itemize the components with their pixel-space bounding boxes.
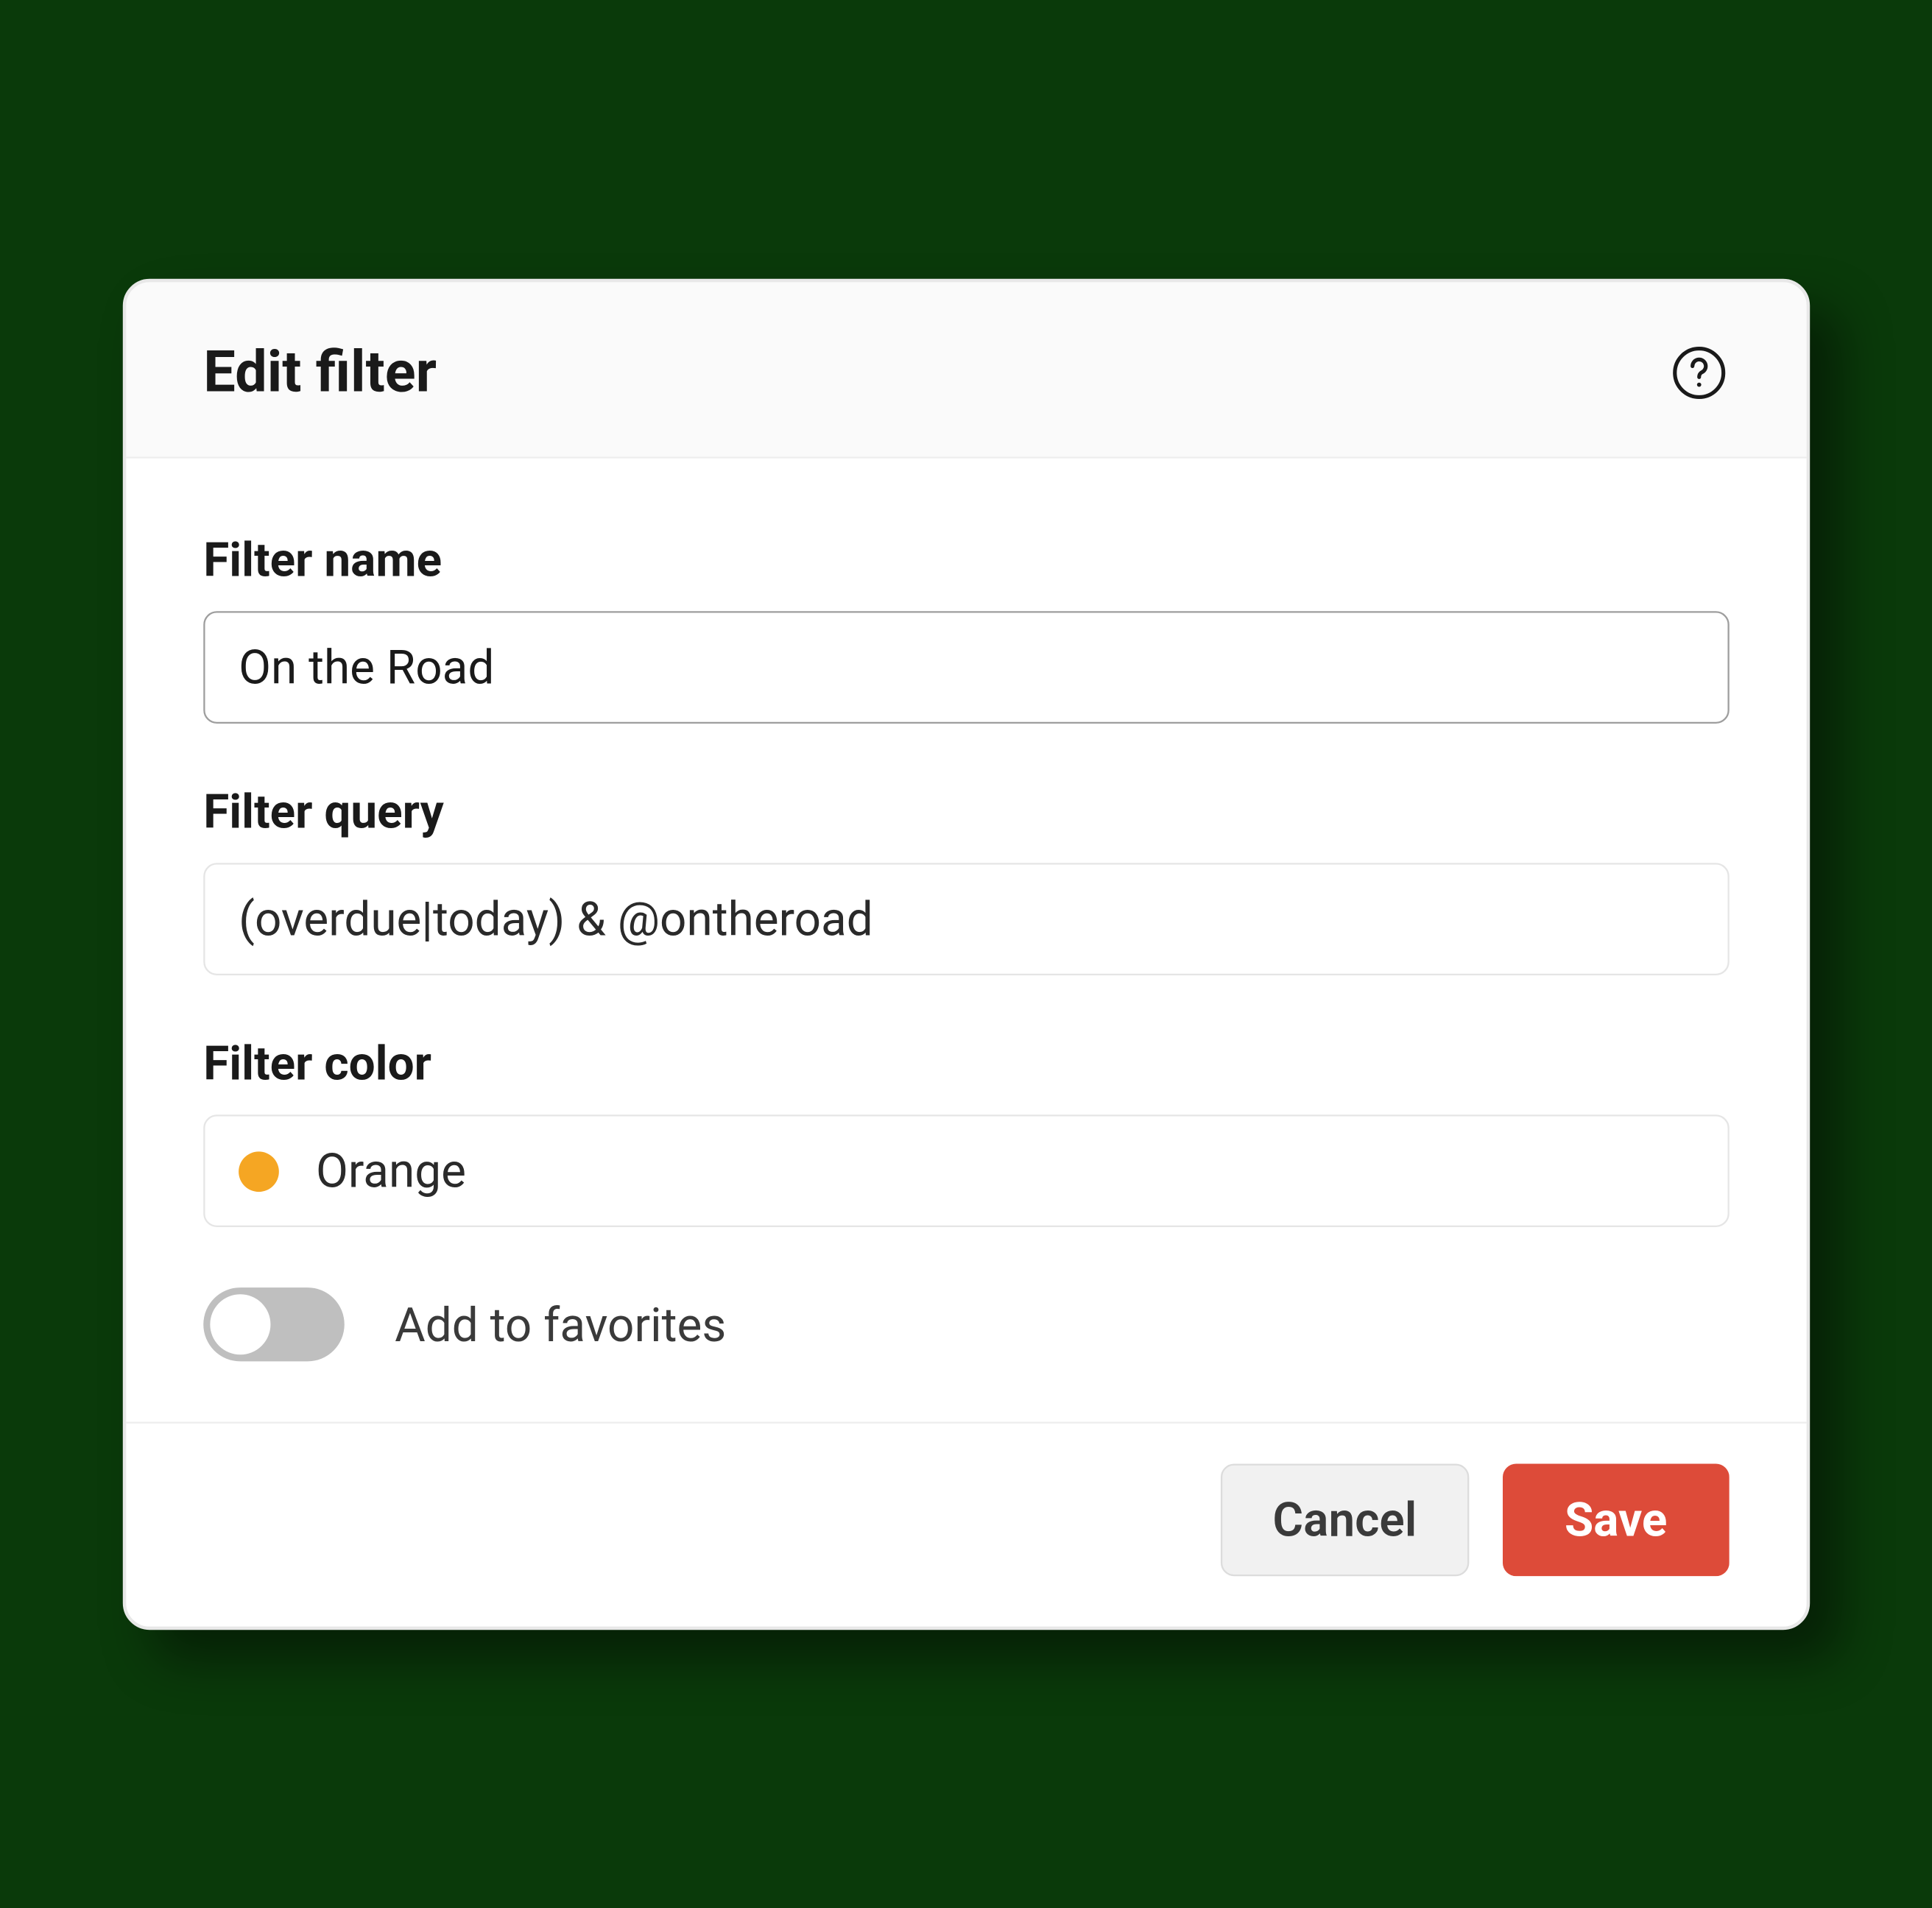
favorites-row: Add to favorites <box>203 1287 1730 1361</box>
filter-color-selected: Orange <box>316 1143 466 1198</box>
filter-name-field: Filter name <box>203 532 1730 724</box>
filter-query-input[interactable] <box>203 863 1730 975</box>
color-swatch-icon <box>239 1151 279 1191</box>
edit-filter-modal: Edit filter Filter name Filter query Fil… <box>122 278 1809 1629</box>
modal-title: Edit filter <box>203 339 437 406</box>
cancel-button[interactable]: Cancel <box>1220 1463 1468 1576</box>
filter-query-field: Filter query <box>203 784 1730 975</box>
filter-color-label: Filter color <box>203 1036 1730 1091</box>
favorites-label: Add to favorites <box>395 1296 726 1352</box>
filter-color-field: Filter color Orange <box>203 1036 1730 1227</box>
modal-header: Edit filter <box>126 282 1806 458</box>
filter-query-label: Filter query <box>203 784 1730 839</box>
filter-name-label: Filter name <box>203 532 1730 587</box>
modal-footer: Cancel Save <box>126 1421 1806 1626</box>
modal-body: Filter name Filter query Filter color Or… <box>126 458 1806 1421</box>
filter-name-input[interactable] <box>203 611 1730 724</box>
favorites-toggle[interactable] <box>203 1287 345 1361</box>
save-button[interactable]: Save <box>1502 1463 1729 1576</box>
help-icon[interactable] <box>1668 342 1729 403</box>
toggle-knob-icon <box>210 1294 270 1354</box>
filter-color-select[interactable]: Orange <box>203 1114 1730 1227</box>
